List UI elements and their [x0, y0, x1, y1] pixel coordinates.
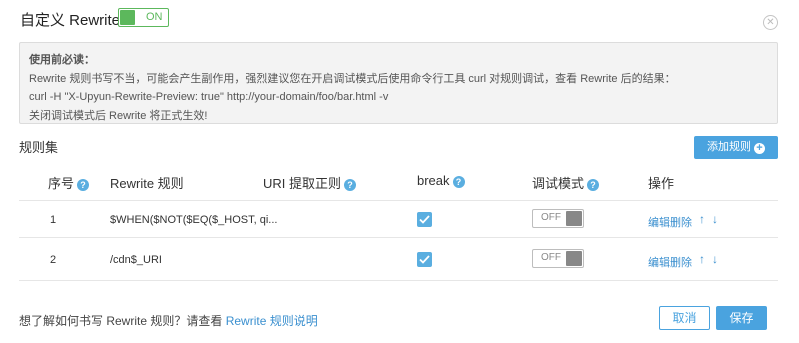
row-index: 1	[50, 214, 57, 226]
rewrite-toggle[interactable]: ON	[118, 8, 169, 27]
header-divider	[19, 200, 778, 201]
help-icon[interactable]: ?	[77, 179, 90, 191]
help-text: 想了解如何书写 Rewrite 规则？请查看 Rewrite 规则说明	[19, 312, 318, 329]
move-up-icon[interactable]: ↑	[699, 212, 705, 226]
row-rule: /cdn$_URI	[110, 254, 162, 266]
help-icon[interactable]: ?	[587, 179, 600, 191]
move-down-icon[interactable]: ↓	[712, 252, 718, 266]
debug-toggle[interactable]: OFF	[532, 249, 584, 268]
help-question: 想了解如何书写 Rewrite 规则？请查看	[19, 314, 223, 328]
cancel-button[interactable]: 取消	[659, 306, 710, 330]
debug-toggle-label: OFF	[541, 212, 561, 223]
row-rule: $WHEN($NOT($EQ($_HOST, qi...	[110, 214, 278, 226]
debug-toggle-label: OFF	[541, 252, 561, 263]
plus-circle-icon: +	[754, 143, 765, 154]
break-checkbox[interactable]	[417, 212, 432, 227]
toggle-knob	[566, 251, 582, 266]
edit-link[interactable]: 编辑	[648, 214, 670, 230]
move-down-icon[interactable]: ↓	[712, 212, 718, 226]
toggle-knob	[566, 211, 582, 226]
rewrite-docs-link[interactable]: Rewrite 规则说明	[226, 314, 318, 328]
column-header-rule: Rewrite 规则	[110, 176, 184, 191]
save-button[interactable]: 保存	[716, 306, 767, 330]
help-icon[interactable]: ?	[344, 179, 357, 191]
break-checkbox[interactable]	[417, 252, 432, 267]
debug-toggle[interactable]: OFF	[532, 209, 584, 228]
edit-link[interactable]: 编辑	[648, 254, 670, 270]
check-icon	[419, 215, 430, 224]
column-header-index: 序号?	[48, 173, 90, 192]
check-icon	[419, 255, 430, 264]
notice-line-2: curl -H "X-Upyun-Rewrite-Preview: true" …	[29, 91, 389, 103]
delete-link[interactable]: 删除	[670, 254, 692, 270]
notice-line-1: Rewrite 规则书写不当，可能会产生副作用，强烈建议您在开启调试模式后使用命…	[29, 72, 676, 85]
notice-title: 使用前必读	[29, 54, 84, 66]
notice-line-3: 关闭调试模式后 Rewrite 将正式生效!	[29, 109, 208, 122]
row-divider	[19, 280, 778, 281]
close-icon[interactable]: ✕	[763, 15, 778, 30]
delete-link[interactable]: 删除	[670, 214, 692, 230]
column-header-debug: 调试模式?	[532, 173, 600, 192]
page-title: 自定义 Rewrite	[20, 12, 121, 29]
notice-box: 使用前必读： Rewrite 规则书写不当，可能会产生副作用，强烈建议您在开启调…	[19, 42, 778, 124]
column-header-break: break?	[417, 173, 465, 188]
move-up-icon[interactable]: ↑	[699, 252, 705, 266]
toggle-label: ON	[146, 11, 163, 23]
column-header-actions: 操作	[648, 176, 675, 191]
add-rule-button[interactable]: 添加规则 +	[694, 136, 778, 159]
add-rule-label: 添加规则	[707, 141, 751, 153]
column-header-uri: URI 提取正则?	[263, 173, 357, 192]
help-icon[interactable]: ?	[452, 176, 465, 188]
row-index: 2	[50, 254, 57, 266]
ruleset-title: 规则集	[19, 140, 59, 155]
toggle-knob	[120, 10, 135, 25]
row-divider	[19, 237, 778, 238]
